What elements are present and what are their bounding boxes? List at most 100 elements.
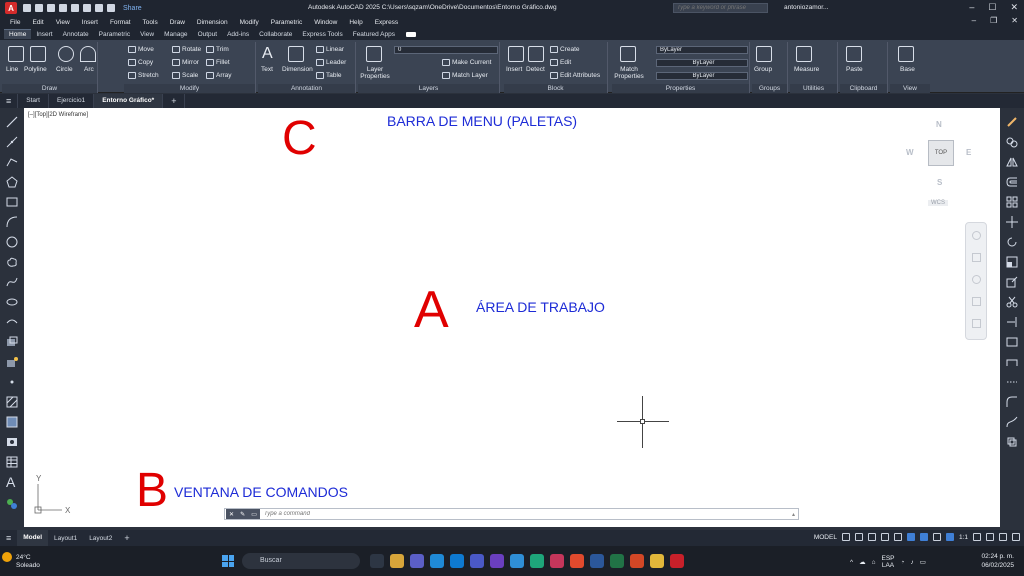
drawing-area[interactable]: [–][Top][2D Wireframe] C BARRA DE MENU (… — [24, 108, 1000, 528]
layout-tab-layout2[interactable]: Layout2 — [83, 535, 118, 542]
detect-button[interactable]: Detect — [526, 66, 545, 73]
redo-icon[interactable] — [107, 4, 115, 12]
firefox-icon[interactable] — [570, 554, 584, 568]
doc-close-button[interactable]: ✕ — [1011, 16, 1018, 25]
gradient-tool-icon[interactable] — [6, 416, 18, 428]
isodraft-icon[interactable] — [893, 533, 902, 541]
pan-icon[interactable] — [972, 253, 981, 262]
rotate-button[interactable]: Rotate — [172, 46, 201, 53]
explode-tool-icon[interactable] — [1006, 436, 1018, 448]
menu-view[interactable]: View — [56, 19, 70, 26]
weather-widget[interactable]: 24°C Soleado — [16, 554, 40, 570]
open-icon[interactable] — [35, 4, 43, 12]
taskbar-search[interactable]: Buscar — [242, 553, 360, 569]
mirror-button[interactable]: Mirror — [172, 59, 199, 66]
color-dropdown[interactable]: ByLayer — [656, 46, 748, 54]
menu-file[interactable]: File — [10, 19, 20, 26]
command-customize-icon[interactable]: ✎ — [240, 511, 245, 518]
steering-wheel-icon[interactable] — [972, 231, 981, 240]
polygon-tool-icon[interactable] — [6, 176, 18, 188]
panel-title-view[interactable]: View — [890, 84, 930, 93]
panel-title-properties[interactable]: Properties — [612, 84, 749, 93]
make-current-button[interactable]: Make Current — [442, 59, 491, 66]
tab-annotate[interactable]: Annotate — [58, 30, 94, 39]
paste-button[interactable]: Paste — [846, 66, 863, 73]
join-tool-icon[interactable] — [1006, 356, 1018, 368]
object-snap-tracking-icon[interactable] — [906, 533, 915, 541]
mirror-tool-icon[interactable] — [1006, 156, 1018, 168]
command-close-icon[interactable]: ✕ — [229, 511, 234, 518]
app-a-icon[interactable] — [490, 554, 504, 568]
tab-output[interactable]: Output — [193, 30, 223, 39]
viewport-controls[interactable]: [–][Top][2D Wireframe] — [28, 112, 88, 118]
arc-tool-icon[interactable] — [6, 216, 18, 228]
arc-icon[interactable] — [80, 46, 96, 62]
new-tab-button[interactable]: + — [163, 94, 186, 108]
table-button[interactable]: Table — [316, 72, 342, 79]
panel-title-utilities[interactable]: Utilities — [790, 84, 837, 93]
layer-properties-button[interactable]: Layer Properties — [360, 66, 390, 80]
menu-parametric[interactable]: Parametric — [271, 19, 302, 26]
volume-icon[interactable]: ♪ — [910, 559, 913, 566]
leader-button[interactable]: Leader — [316, 59, 346, 66]
autocad-taskbar-icon[interactable] — [670, 554, 684, 568]
line-tool-icon[interactable] — [6, 116, 18, 128]
chrome-icon[interactable] — [650, 554, 664, 568]
multiline-text-icon[interactable]: A — [6, 475, 18, 489]
move-button[interactable]: Move — [128, 46, 154, 53]
polyline-tool-icon[interactable] — [6, 156, 18, 168]
dimension-button[interactable]: Dimension — [282, 66, 313, 73]
hatch-tool-icon[interactable] — [6, 396, 18, 408]
circle-button[interactable]: Circle — [56, 66, 73, 73]
tab-home[interactable]: Home — [4, 29, 32, 39]
panel-title-clipboard[interactable]: Clipboard — [840, 84, 887, 93]
fillet-button[interactable]: Fillet — [206, 59, 230, 66]
tab-collaborate[interactable]: Collaborate — [254, 30, 297, 39]
layout-tab-model[interactable]: Model — [17, 530, 49, 546]
insert-button[interactable]: Insert — [506, 66, 522, 73]
maximize-button[interactable]: ☐ — [988, 2, 996, 13]
tab-featured-apps[interactable]: Featured Apps — [348, 30, 400, 39]
move-tool-icon[interactable] — [1006, 216, 1018, 228]
menu-express[interactable]: Express — [375, 19, 398, 26]
wcs-menu[interactable]: WCS — [928, 200, 948, 206]
extend-tool-icon[interactable] — [1006, 316, 1018, 328]
taskbar-clock[interactable]: 02:24 p. m. 06/02/2025 — [981, 552, 1014, 570]
excel-icon[interactable] — [610, 554, 624, 568]
panel-title-modify[interactable]: Modify — [124, 84, 255, 93]
panel-title-annotation[interactable]: Annotation — [258, 84, 355, 93]
command-history-icon[interactable]: ▴ — [792, 511, 798, 518]
scale-button[interactable]: Scale — [172, 72, 198, 79]
hamburger-menu-icon[interactable]: ≡ — [0, 94, 19, 108]
array-button[interactable]: Array — [206, 72, 232, 79]
tab-parametric[interactable]: Parametric — [94, 30, 135, 39]
stretch-button[interactable]: Stretch — [128, 72, 159, 79]
point-tool-icon[interactable] — [6, 376, 18, 388]
teams-icon[interactable] — [410, 554, 424, 568]
trim-tool-icon[interactable] — [1006, 296, 1018, 308]
measure-button[interactable]: Measure — [794, 66, 819, 73]
edit-attributes-button[interactable]: Edit Attributes — [550, 72, 600, 79]
menu-help[interactable]: Help — [349, 19, 362, 26]
ellipse-tool-icon[interactable] — [6, 296, 18, 308]
chamfer-tool-icon[interactable] — [1006, 376, 1018, 388]
panel-title-block[interactable]: Block — [504, 84, 607, 93]
minimize-button[interactable]: – — [969, 2, 974, 13]
layer-dropdown[interactable]: 0 — [394, 46, 498, 54]
task-view-icon[interactable] — [370, 554, 384, 568]
make-block-icon[interactable] — [6, 356, 18, 368]
object-snap-icon[interactable] — [919, 533, 928, 541]
viewcube-top-face[interactable]: TOP — [928, 140, 954, 166]
arc-button[interactable]: Arc — [84, 66, 94, 73]
viewcube-south[interactable]: S — [937, 178, 942, 187]
menu-dimension[interactable]: Dimension — [197, 19, 228, 26]
tab-view[interactable]: View — [135, 30, 159, 39]
insert-block-icon[interactable] — [6, 336, 18, 348]
customize-status-icon[interactable] — [1012, 533, 1020, 541]
insert-icon[interactable] — [508, 46, 524, 62]
user-account[interactable]: antoniozamor... — [784, 4, 828, 11]
line-button[interactable]: Line — [6, 66, 18, 73]
battery-icon[interactable]: ▭ — [920, 558, 926, 566]
close-button[interactable]: ✕ — [1010, 2, 1018, 13]
network-icon[interactable]: ⌂ — [872, 559, 876, 566]
